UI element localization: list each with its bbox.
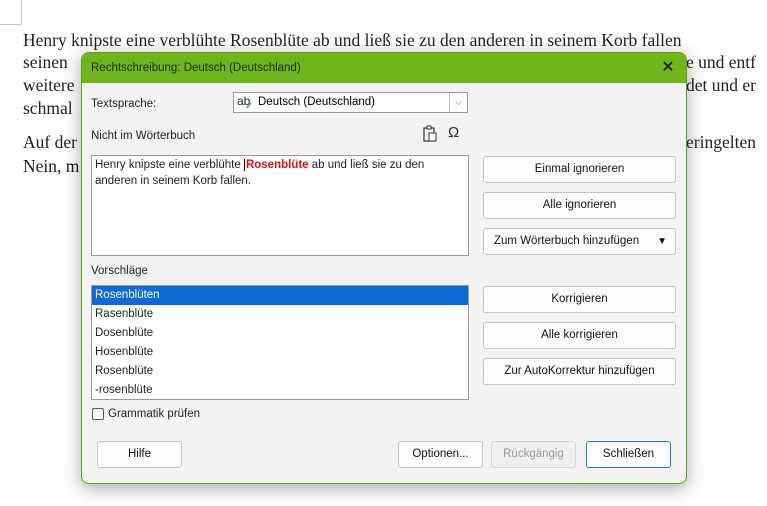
suggestions-list[interactable]: Rosenblüten Rasenblüte Dosenblüte Hosenb…	[91, 285, 469, 400]
suggestion-item[interactable]: Hosenblüte	[92, 343, 468, 362]
doc-line-5-right: eringelten	[686, 132, 756, 152]
close-icon[interactable]: ✕	[658, 58, 678, 78]
correct-all-button[interactable]: Alle korrigieren	[483, 322, 676, 349]
spellcheck-language-icon: ab ✓	[237, 94, 254, 112]
doc-line-5: Auf der	[23, 132, 77, 152]
misspelled-word: Rosenblüte	[243, 159, 309, 171]
text-language-select[interactable]: ab ✓ Deutsch (Deutschland) ⌵	[233, 92, 468, 113]
ignore-all-button[interactable]: Alle ignorieren	[483, 192, 676, 219]
help-button[interactable]: Hilfe	[97, 441, 182, 468]
suggestions-label: Vorschläge	[91, 265, 148, 277]
add-to-dictionary-label: Zum Wörterbuch hinzufügen	[494, 235, 640, 247]
dialog-titlebar[interactable]: Rechtschreibung: Deutsch (Deutschland) ✕	[82, 53, 686, 83]
doc-line-4: schmal	[23, 98, 73, 118]
suggestion-item[interactable]: Rosenblüte	[92, 362, 468, 381]
grammar-check-checkbox[interactable]	[92, 408, 104, 420]
dropdown-triangle-icon: ▼	[657, 236, 667, 247]
suggestion-item[interactable]: Rasenblüte	[92, 305, 468, 324]
correct-button[interactable]: Korrigieren	[483, 286, 676, 313]
page-corner-mark	[0, 0, 22, 25]
text-language-label: Textsprache:	[91, 98, 157, 110]
paste-icon[interactable]	[422, 125, 438, 146]
add-to-dictionary-button[interactable]: Zum Wörterbuch hinzufügen ▼	[483, 228, 676, 255]
close-button[interactable]: Schließen	[586, 441, 671, 468]
doc-line-3: weitere	[23, 75, 75, 95]
sentence-before: Henry knipste eine verblühte	[95, 159, 244, 171]
doc-line-2: seinen	[23, 52, 68, 72]
text-language-value: Deutsch (Deutschland)	[258, 96, 375, 108]
special-character-icon[interactable]: Ω	[448, 124, 459, 141]
suggestion-item[interactable]: -rosenblüte	[92, 381, 468, 399]
suggestion-item[interactable]: Dosenblüte	[92, 324, 468, 343]
doc-line-3-right: det und er	[686, 75, 756, 95]
ignore-once-button[interactable]: Einmal ignorieren	[483, 156, 676, 183]
doc-line-2-right: e und entf	[686, 52, 756, 72]
add-autocorrect-button[interactable]: Zur AutoKorrektur hinzufügen	[483, 358, 676, 385]
not-in-dictionary-text[interactable]: Henry knipste eine verblühte Rosenblüte …	[91, 155, 469, 256]
grammar-check-label: Grammatik prüfen	[108, 408, 201, 420]
options-button[interactable]: Optionen...	[398, 441, 483, 468]
dialog-title: Rechtschreibung: Deutsch (Deutschland)	[91, 62, 301, 74]
chevron-down-icon[interactable]: ⌵	[449, 93, 467, 112]
spellcheck-dialog: Rechtschreibung: Deutsch (Deutschland) ✕…	[81, 52, 687, 484]
undo-button[interactable]: Rückgängig	[491, 441, 576, 468]
doc-line-6: Nein, m	[23, 156, 80, 176]
doc-line-1: Henry knipste eine verblühte Rosenblüte …	[23, 30, 682, 50]
not-in-dictionary-label: Nicht im Wörterbuch	[91, 130, 196, 142]
suggestion-item[interactable]: Rosenblüten	[92, 286, 468, 305]
